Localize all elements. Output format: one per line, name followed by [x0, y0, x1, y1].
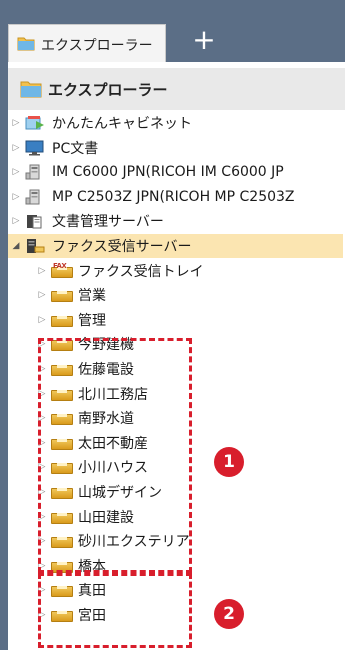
- tree-item-label: 営業: [78, 288, 106, 305]
- tab-explorer[interactable]: エクスプローラー: [8, 24, 166, 62]
- tree-item-label: 文書管理サーバー: [52, 214, 164, 231]
- printer-icon: [24, 164, 46, 180]
- tree-item[interactable]: ▷ IM C6000 JPN(RICOH IM C6000 JP: [10, 160, 345, 184]
- tree-item-label: PC文書: [52, 140, 99, 157]
- expand-arrow-icon[interactable]: ▷: [10, 216, 22, 226]
- tree-item-label: 管理: [78, 312, 106, 329]
- folder-icon: [17, 36, 35, 55]
- fax-inbox-icon: FAX: [50, 261, 73, 279]
- tree-item[interactable]: ▷ 文書管理サーバー: [10, 209, 345, 233]
- tree-item[interactable]: ▷ MP C2503Z JPN(RICOH MP C2503Z: [10, 185, 345, 209]
- tree-item-selected[interactable]: ◢ ファクス受信サーバー: [8, 234, 343, 258]
- tree-item[interactable]: ▷ 管理: [36, 308, 345, 332]
- tree-item[interactable]: ▷ FAX ファクス受信トレイ: [36, 259, 345, 283]
- pc-monitor-icon: [24, 140, 46, 156]
- new-tab-button[interactable]: +: [180, 24, 228, 60]
- annotation-badge-2: 2: [214, 599, 244, 629]
- cabinet-icon: [24, 115, 46, 131]
- document-server-icon: [24, 213, 46, 229]
- tree-item-label: MP C2503Z JPN(RICOH MP C2503Z: [52, 188, 295, 205]
- tray-icon: [50, 312, 73, 328]
- panel-left-border: [0, 62, 8, 650]
- expand-arrow-icon[interactable]: ▷: [10, 167, 22, 177]
- tab-bar: エクスプローラー +: [0, 0, 345, 62]
- expand-arrow-icon[interactable]: ▷: [36, 266, 48, 276]
- tab-label: エクスプローラー: [41, 38, 153, 54]
- expand-arrow-icon[interactable]: ▷: [10, 118, 22, 128]
- expand-arrow-icon[interactable]: ▷: [10, 143, 22, 153]
- folder-icon: [20, 80, 42, 102]
- annotation-box-1: [38, 338, 192, 573]
- explorer-title: エクスプローラー: [48, 81, 168, 99]
- tray-icon: [50, 287, 73, 303]
- tree-item-label: かんたんキャビネット: [52, 116, 192, 132]
- fax-server-icon: [24, 238, 46, 254]
- fax-label: FAX: [53, 261, 67, 270]
- expand-arrow-icon[interactable]: ▷: [36, 290, 48, 300]
- tree-item[interactable]: ▷ PC文書: [10, 136, 345, 160]
- tree-item[interactable]: ▷ 営業: [36, 283, 345, 307]
- tree-item-label: IM C6000 JPN(RICOH IM C6000 JP: [52, 164, 284, 181]
- annotation-badge-1: 1: [214, 447, 244, 477]
- annotation-box-2: [38, 573, 192, 648]
- expand-arrow-icon[interactable]: ▷: [36, 315, 48, 325]
- tree-item[interactable]: ▷ かんたんキャビネット: [10, 111, 345, 135]
- collapse-arrow-icon[interactable]: ◢: [10, 241, 22, 251]
- expand-arrow-icon[interactable]: ▷: [10, 192, 22, 202]
- tree-item-label: ファクス受信トレイ: [78, 263, 204, 280]
- printer-icon: [24, 189, 46, 205]
- explorer-header: エクスプローラー: [8, 68, 345, 110]
- tree-item-label: ファクス受信サーバー: [52, 239, 192, 255]
